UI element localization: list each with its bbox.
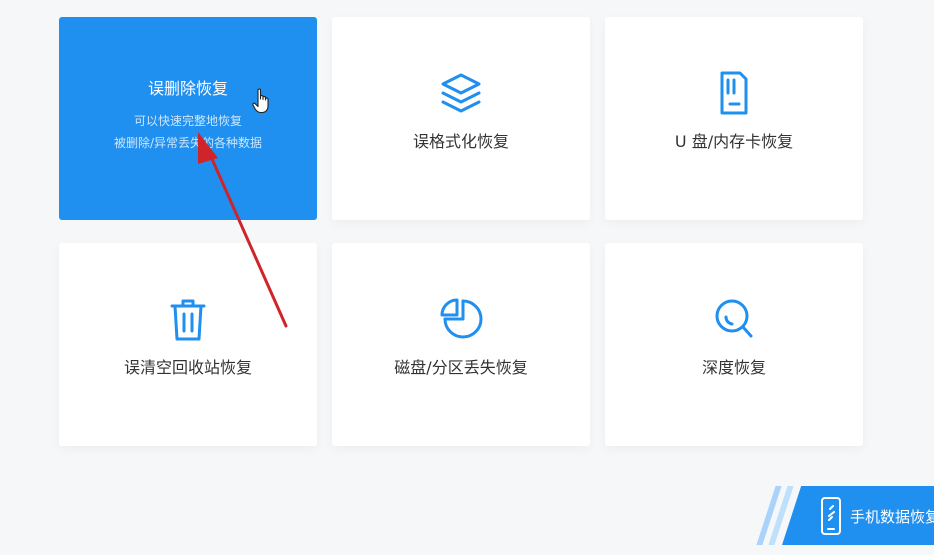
card-recycle-bin-recovery[interactable]: 误清空回收站恢复 [59, 243, 317, 446]
layers-icon [441, 73, 481, 113]
card-description-line2: 被删除/异常丢失的各种数据 [113, 136, 263, 150]
sd-card-icon [720, 71, 748, 115]
card-label: 磁盘/分区丢失恢复 [394, 358, 528, 377]
pie-chart-icon [440, 298, 483, 339]
card-label: 误清空回收站恢复 [123, 358, 252, 377]
card-label: 深度恢复 [701, 358, 766, 377]
trash-icon [170, 299, 206, 341]
card-usb-sdcard-recovery[interactable]: U 盘/内存卡恢复 [605, 17, 863, 220]
card-deep-recovery[interactable]: 深度恢复 [605, 243, 863, 446]
card-partition-recovery[interactable]: 磁盘/分区丢失恢复 [332, 243, 590, 446]
card-title: 误删除恢复 [147, 79, 228, 98]
card-description-line1: 可以快速完整地恢复 [133, 114, 242, 128]
card-label: 误格式化恢复 [412, 132, 509, 151]
card-accidental-delete-recovery[interactable]: 误删除恢复 可以快速完整地恢复 被删除/异常丢失的各种数据 [59, 17, 317, 220]
mobile-recovery-button[interactable] [782, 486, 934, 545]
card-label: U 盘/内存卡恢复 [674, 132, 794, 151]
magnifier-icon [715, 299, 753, 338]
hand-cursor-icon [252, 88, 269, 114]
card-format-recovery[interactable]: 误格式化恢复 [332, 17, 590, 220]
